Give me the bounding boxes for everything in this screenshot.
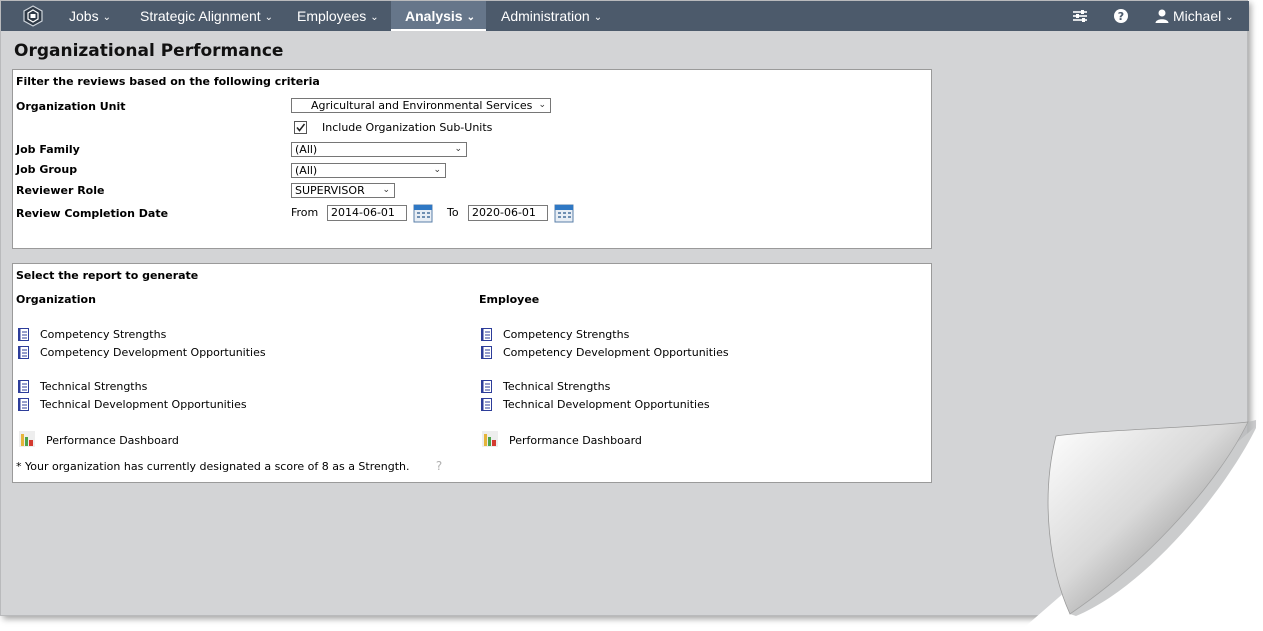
organization-heading: Organization: [16, 293, 96, 306]
completion-date-label: Review Completion Date: [16, 207, 169, 220]
job-family-select[interactable]: (All) ⌄: [291, 142, 467, 157]
org-competency-dev-link[interactable]: Competency Development Opportunities: [40, 346, 266, 359]
reviewer-role-value: SUPERVISOR: [295, 184, 365, 197]
document-icon: [18, 398, 29, 411]
document-icon: [18, 380, 29, 393]
nav-employees-label: Employees: [297, 8, 367, 24]
bar-chart-icon: [19, 431, 35, 447]
bar-chart-icon: [482, 431, 498, 447]
strength-footnote: * Your organization has currently design…: [16, 460, 410, 473]
from-date-value: 2014-06-01: [331, 206, 395, 219]
to-label: To: [447, 206, 459, 219]
org-technical-strengths-link[interactable]: Technical Strengths: [40, 380, 147, 393]
chevron-down-icon: ⌄: [264, 12, 274, 23]
calendar-icon[interactable]: [413, 203, 433, 223]
chevron-down-icon: ⌄: [1225, 12, 1234, 23]
document-icon: [481, 380, 492, 393]
org-unit-select[interactable]: Agricultural and Environmental Services …: [291, 98, 551, 113]
job-group-value: (All): [295, 164, 318, 177]
from-date-input[interactable]: 2014-06-01: [327, 205, 407, 221]
org-unit-value: Agricultural and Environmental Services: [311, 99, 533, 112]
reviewer-role-select[interactable]: SUPERVISOR ⌄: [291, 183, 395, 198]
emp-competency-strengths-link[interactable]: Competency Strengths: [503, 328, 629, 341]
user-name: Michael: [1173, 8, 1222, 24]
nav-analysis[interactable]: Analysis ⌄: [391, 1, 486, 31]
filter-panel: Filter the reviews based on the followin…: [12, 69, 932, 249]
emp-technical-dev-link[interactable]: Technical Development Opportunities: [503, 398, 710, 411]
chevron-down-icon: ⌄: [593, 12, 603, 23]
chevron-down-icon: ⌄: [433, 165, 441, 175]
nav-strategic-alignment-label: Strategic Alignment: [140, 8, 261, 24]
org-performance-dashboard-link[interactable]: Performance Dashboard: [46, 434, 179, 447]
nav-employees[interactable]: Employees ⌄: [283, 1, 393, 31]
chevron-down-icon: ⌄: [370, 12, 379, 23]
nav-jobs-label: Jobs: [69, 8, 99, 24]
page-curl-decoration: [1047, 420, 1256, 616]
to-date-value: 2020-06-01: [472, 206, 536, 219]
include-subunits-checkbox[interactable]: [294, 121, 307, 134]
nav-strategic-alignment[interactable]: Strategic Alignment ⌄: [126, 1, 287, 31]
calendar-icon[interactable]: [554, 203, 574, 223]
svg-text:?: ?: [436, 459, 442, 472]
nav-administration-label: Administration: [501, 8, 590, 24]
org-technical-dev-link[interactable]: Technical Development Opportunities: [40, 398, 247, 411]
chevron-down-icon: ⌄: [538, 100, 546, 110]
report-heading: Select the report to generate: [16, 269, 199, 282]
app-logo-icon[interactable]: [23, 5, 43, 27]
from-label: From: [291, 206, 319, 219]
filter-heading: Filter the reviews based on the followin…: [16, 75, 320, 88]
svg-text:?: ?: [1118, 10, 1124, 23]
user-menu[interactable]: Michael ⌄: [1159, 1, 1248, 31]
job-family-value: (All): [295, 143, 318, 156]
chevron-down-icon: ⌄: [382, 185, 390, 195]
emp-competency-dev-link[interactable]: Competency Development Opportunities: [503, 346, 729, 359]
document-icon: [18, 346, 29, 359]
document-icon: [481, 346, 492, 359]
job-group-label: Job Group: [16, 163, 78, 176]
employee-heading: Employee: [479, 293, 540, 306]
help-icon[interactable]: ?: [1113, 8, 1129, 24]
settings-sliders-icon[interactable]: [1072, 8, 1088, 24]
chevron-down-icon: ⌄: [454, 144, 462, 154]
nav-analysis-label: Analysis: [405, 8, 463, 24]
org-unit-label: Organization Unit: [16, 100, 126, 113]
include-subunits-label: Include Organization Sub-Units: [322, 121, 493, 134]
chevron-down-icon: ⌄: [466, 12, 475, 23]
chevron-down-icon: ⌄: [102, 12, 111, 23]
checkmark-icon: [296, 123, 306, 132]
report-panel: Select the report to generate Organizati…: [12, 263, 932, 483]
document-icon: [481, 398, 492, 411]
page-title: Organizational Performance: [14, 41, 284, 61]
emp-performance-dashboard-link[interactable]: Performance Dashboard: [509, 434, 642, 447]
job-family-label: Job Family: [16, 143, 80, 156]
job-group-select[interactable]: (All) ⌄: [291, 163, 446, 178]
to-date-input[interactable]: 2020-06-01: [468, 205, 548, 221]
document-icon: [18, 328, 29, 341]
document-icon: [481, 328, 492, 341]
org-competency-strengths-link[interactable]: Competency Strengths: [40, 328, 166, 341]
top-nav-bar: Jobs ⌄ Strategic Alignment ⌄ Employees ⌄ An…: [1, 1, 1249, 31]
help-question-icon[interactable]: ?: [433, 459, 445, 472]
emp-technical-strengths-link[interactable]: Technical Strengths: [503, 380, 610, 393]
nav-jobs[interactable]: Jobs ⌄: [55, 1, 125, 31]
reviewer-role-label: Reviewer Role: [16, 184, 105, 197]
nav-administration[interactable]: Administration ⌄: [487, 1, 616, 31]
